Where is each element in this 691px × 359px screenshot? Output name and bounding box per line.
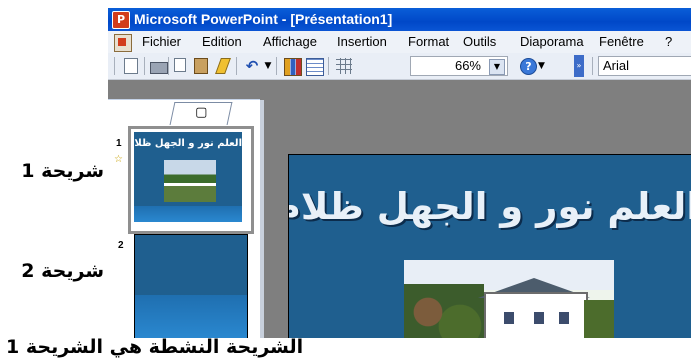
copy-icon[interactable]: [174, 58, 186, 72]
menu-fichier[interactable]: Fichier: [142, 34, 181, 50]
help-dropdown-icon[interactable]: ▼: [538, 58, 546, 74]
menu-bar: Fichier Edition Affichage Insertion Form…: [108, 31, 691, 54]
standard-toolbar: ↶ ▼ 66% ▼ ? ▼ » Arial: [108, 53, 691, 80]
picture-window: [534, 312, 544, 324]
menu-fenetre[interactable]: Fenêtre: [599, 34, 644, 50]
table-icon[interactable]: [306, 58, 324, 76]
slide-number: 2: [118, 240, 124, 251]
tab-slides[interactable]: ▢: [169, 102, 233, 125]
new-icon[interactable]: [124, 58, 138, 74]
menu-insertion[interactable]: Insertion: [337, 34, 387, 50]
menu-affichage[interactable]: Affichage: [263, 34, 317, 50]
powerpoint-window: P Microsoft PowerPoint - [Présentation1]…: [108, 8, 691, 338]
thumbnail-slide-1-content: العلم نور و الجهل ظلام: [134, 132, 242, 222]
picture-window: [559, 312, 569, 324]
undo-dropdown-icon[interactable]: ▼: [264, 58, 272, 74]
toolbar-separator: [276, 57, 277, 75]
annotation-active-slide: الشريحة النشطة هي الشريحة 1: [6, 336, 304, 358]
picture-bush: [584, 300, 614, 338]
slide-thumbnail-2[interactable]: [134, 234, 248, 338]
paste-icon[interactable]: [194, 58, 208, 74]
powerpoint-app-icon[interactable]: P: [112, 11, 130, 29]
star-icon: ☆: [114, 154, 123, 165]
toolbar-separator: [168, 57, 169, 75]
font-select[interactable]: Arial: [598, 56, 691, 76]
undo-icon[interactable]: ↶: [244, 58, 260, 74]
slide-title[interactable]: العلم نور و الجهل ظلام: [289, 185, 691, 228]
thumbnail-title: العلم نور و الجهل ظلام: [134, 138, 242, 149]
slides-icon: ▢: [194, 105, 208, 120]
zoom-select[interactable]: 66% ▼: [410, 56, 508, 76]
print-icon[interactable]: [150, 62, 168, 74]
menu-format[interactable]: Format: [408, 34, 449, 50]
annotation-slide-2: شريحة 2: [21, 260, 104, 282]
toolbar-options-icon[interactable]: »: [574, 55, 584, 77]
annotation-slide-1: شريحة 1: [21, 160, 104, 182]
grid-icon[interactable]: [336, 58, 352, 74]
toolbar-grip[interactable]: [592, 57, 593, 75]
menu-outils[interactable]: Outils: [463, 34, 496, 50]
document-icon[interactable]: [114, 34, 132, 52]
thumbnail-decoration: [134, 206, 242, 222]
title-bar: P Microsoft PowerPoint - [Présentation1]: [108, 8, 691, 31]
picture-trees: [404, 284, 484, 338]
slide-picture[interactable]: [404, 260, 614, 338]
help-icon[interactable]: ?: [520, 58, 537, 75]
picture-window: [504, 312, 514, 324]
format-painter-icon[interactable]: [215, 58, 231, 74]
slide-number: 1: [116, 138, 122, 149]
menu-help[interactable]: ?: [665, 34, 672, 50]
toolbar-separator: [328, 57, 329, 75]
chevron-down-icon[interactable]: ▼: [489, 59, 505, 75]
window-title: Microsoft PowerPoint - [Présentation1]: [134, 11, 393, 27]
menu-diaporama[interactable]: Diaporama: [520, 34, 584, 50]
slide-thumbnail-1[interactable]: العلم نور و الجهل ظلام: [128, 126, 254, 234]
toolbar-separator: [144, 57, 145, 75]
thumbnail-decoration: [135, 295, 247, 338]
toolbar-grip[interactable]: [114, 57, 115, 75]
toolbar-separator: [236, 57, 237, 75]
slide-editor[interactable]: العلم نور و الجهل ظلام: [288, 154, 691, 338]
menu-edition[interactable]: Edition: [202, 34, 242, 50]
zoom-value: 66%: [454, 58, 481, 73]
chart-icon[interactable]: [284, 58, 302, 76]
thumbnail-picture: [164, 160, 216, 202]
